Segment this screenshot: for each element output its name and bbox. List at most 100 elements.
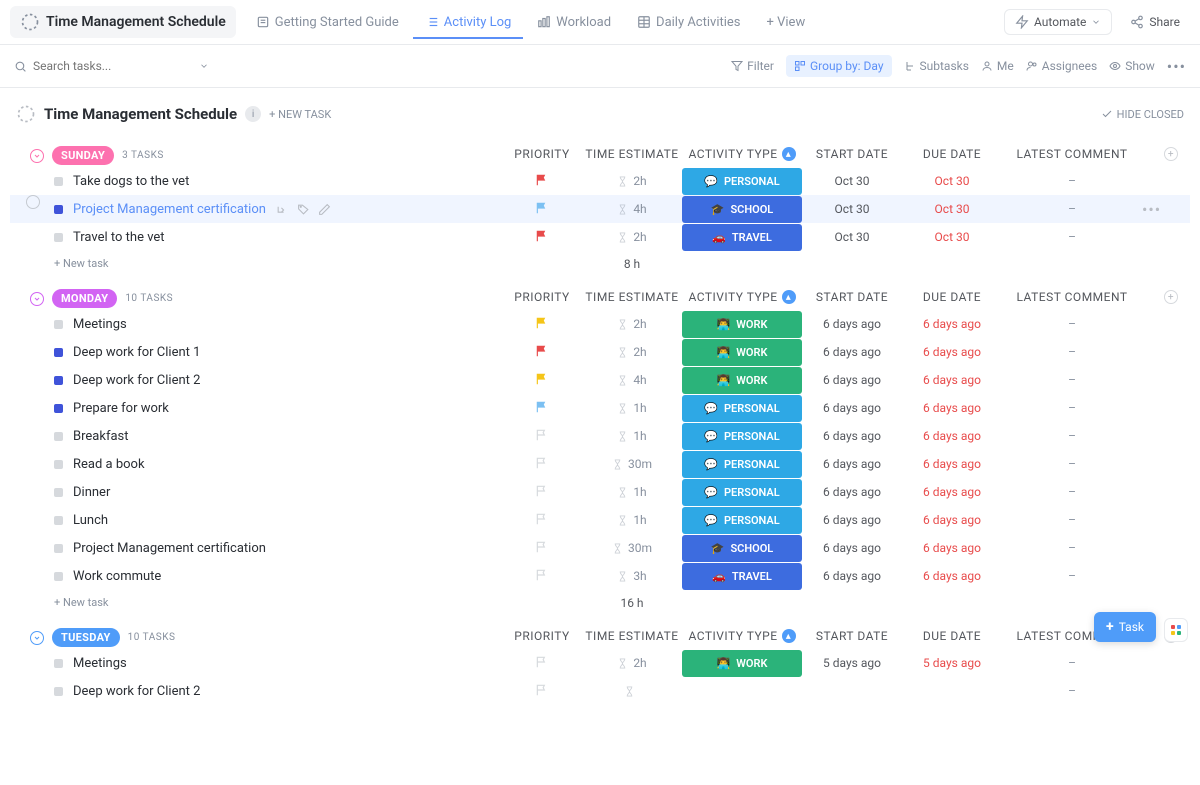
start-date-cell[interactable]: 6 days ago: [802, 345, 902, 359]
task-name[interactable]: Project Management certification: [73, 541, 266, 556]
new-task-float-button[interactable]: + Task: [1094, 612, 1156, 642]
group-by-button[interactable]: Group by: Day: [786, 55, 892, 77]
activity-type-badge[interactable]: 💬PERSONAL: [682, 423, 802, 450]
time-estimate-cell[interactable]: 2h: [582, 317, 682, 331]
task-row[interactable]: Lunch1h💬PERSONAL6 days ago6 days ago–: [10, 506, 1190, 534]
column-header[interactable]: PRIORITY: [502, 147, 582, 161]
status-square[interactable]: [54, 205, 63, 214]
sort-icon[interactable]: ▴: [782, 290, 796, 304]
start-date-cell[interactable]: Oct 30: [802, 230, 902, 244]
activity-type-badge[interactable]: 👨‍💻WORK: [682, 650, 802, 677]
start-date-cell[interactable]: Oct 30: [802, 174, 902, 188]
priority-cell[interactable]: [502, 456, 582, 473]
flag-icon[interactable]: [535, 229, 549, 243]
task-name[interactable]: Project Management certification: [73, 202, 266, 217]
filter-button[interactable]: Filter: [731, 59, 774, 73]
column-header[interactable]: DUE DATE: [902, 147, 1002, 161]
task-name[interactable]: Travel to the vet: [73, 230, 165, 245]
task-row[interactable]: Breakfast1h💬PERSONAL6 days ago6 days ago…: [10, 422, 1190, 450]
status-square[interactable]: [54, 687, 63, 696]
task-row[interactable]: Project Management certification30m🎓SCHO…: [10, 534, 1190, 562]
due-date-cell[interactable]: 6 days ago: [902, 513, 1002, 527]
priority-cell[interactable]: [502, 201, 582, 218]
new-task-row[interactable]: + New task: [54, 596, 502, 610]
add-view-button[interactable]: + View: [755, 7, 818, 38]
due-date-cell[interactable]: 6 days ago: [902, 429, 1002, 443]
view-tab-workload[interactable]: Workload: [525, 7, 623, 38]
activity-type-badge[interactable]: 🚗TRAVEL: [682, 224, 802, 251]
list-breadcrumb[interactable]: Time Management Schedule: [10, 6, 236, 38]
view-tab-getting-started-guide[interactable]: Getting Started Guide: [244, 7, 411, 38]
comment-cell[interactable]: –: [1002, 513, 1142, 527]
priority-cell[interactable]: [502, 568, 582, 585]
chevron-down-icon[interactable]: [199, 61, 209, 71]
column-header[interactable]: LATEST COMMENT: [1002, 290, 1142, 304]
column-header[interactable]: TIME ESTIMATE: [582, 290, 682, 304]
priority-cell[interactable]: [502, 428, 582, 445]
status-square[interactable]: [54, 432, 63, 441]
column-activity-type[interactable]: ACTIVITY TYPE▴: [682, 629, 802, 643]
time-estimate-cell[interactable]: 2h: [582, 174, 682, 188]
due-date-cell[interactable]: Oct 30: [902, 230, 1002, 244]
task-row[interactable]: Take dogs to the vet2h💬PERSONALOct 30Oct…: [10, 167, 1190, 195]
task-row[interactable]: Read a book30m💬PERSONAL6 days ago6 days …: [10, 450, 1190, 478]
info-icon[interactable]: i: [245, 106, 261, 122]
comment-cell[interactable]: –: [1002, 541, 1142, 555]
task-row[interactable]: Deep work for Client 24h👨‍💻WORK6 days ag…: [10, 366, 1190, 394]
activity-type-badge[interactable]: 💬PERSONAL: [682, 507, 802, 534]
priority-cell[interactable]: [502, 655, 582, 672]
priority-cell[interactable]: [502, 484, 582, 501]
column-activity-type[interactable]: ACTIVITY TYPE▴: [682, 147, 802, 161]
due-date-cell[interactable]: 5 days ago: [902, 656, 1002, 670]
due-date-cell[interactable]: 6 days ago: [902, 485, 1002, 499]
automate-button[interactable]: Automate: [1004, 9, 1112, 35]
show-button[interactable]: Show: [1109, 59, 1155, 73]
time-estimate-cell[interactable]: 30m: [582, 541, 682, 555]
comment-cell[interactable]: –: [1002, 202, 1142, 216]
priority-cell[interactable]: [502, 683, 582, 700]
flag-icon[interactable]: [535, 484, 549, 498]
tag-icon[interactable]: [297, 203, 310, 216]
start-date-cell[interactable]: 6 days ago: [802, 401, 902, 415]
collapse-icon[interactable]: [30, 631, 44, 645]
due-date-cell[interactable]: 6 days ago: [902, 569, 1002, 583]
comment-cell[interactable]: –: [1002, 345, 1142, 359]
task-row[interactable]: Work commute3h🚗TRAVEL6 days ago6 days ag…: [10, 562, 1190, 590]
time-estimate-cell[interactable]: 1h: [582, 429, 682, 443]
collapse-icon[interactable]: [30, 292, 44, 306]
status-square[interactable]: [54, 348, 63, 357]
add-column-button[interactable]: +: [1164, 290, 1178, 304]
column-header[interactable]: TIME ESTIMATE: [582, 147, 682, 161]
task-name[interactable]: Take dogs to the vet: [73, 174, 189, 189]
task-name[interactable]: Deep work for Client 2: [73, 373, 200, 388]
column-activity-type[interactable]: ACTIVITY TYPE▴: [682, 290, 802, 304]
time-estimate-cell[interactable]: [582, 686, 682, 697]
subtask-icon[interactable]: [276, 203, 289, 216]
time-estimate-cell[interactable]: 1h: [582, 401, 682, 415]
flag-icon[interactable]: [535, 655, 549, 669]
more-menu[interactable]: •••: [1167, 57, 1186, 76]
flag-icon[interactable]: [535, 540, 549, 554]
time-estimate-cell[interactable]: 4h: [582, 202, 682, 216]
start-date-cell[interactable]: 6 days ago: [802, 373, 902, 387]
priority-cell[interactable]: [502, 540, 582, 557]
time-estimate-cell[interactable]: 2h: [582, 345, 682, 359]
status-square[interactable]: [54, 404, 63, 413]
status-square[interactable]: [54, 177, 63, 186]
task-name[interactable]: Meetings: [73, 317, 127, 332]
new-task-header[interactable]: + NEW TASK: [269, 108, 331, 121]
task-row[interactable]: Dinner1h💬PERSONAL6 days ago6 days ago–: [10, 478, 1190, 506]
comment-cell[interactable]: –: [1002, 401, 1142, 415]
comment-cell[interactable]: –: [1002, 373, 1142, 387]
start-date-cell[interactable]: 6 days ago: [802, 569, 902, 583]
activity-type-badge[interactable]: 💬PERSONAL: [682, 451, 802, 478]
collapse-icon[interactable]: [30, 149, 44, 163]
activity-type-badge[interactable]: 👨‍💻WORK: [682, 311, 802, 338]
due-date-cell[interactable]: 6 days ago: [902, 401, 1002, 415]
time-estimate-cell[interactable]: 3h: [582, 569, 682, 583]
status-square[interactable]: [54, 488, 63, 497]
activity-type-badge[interactable]: 👨‍💻WORK: [682, 367, 802, 394]
task-row[interactable]: Project Management certification4h🎓SCHOO…: [10, 195, 1190, 223]
comment-cell[interactable]: –: [1002, 317, 1142, 331]
task-name[interactable]: Prepare for work: [73, 401, 169, 416]
